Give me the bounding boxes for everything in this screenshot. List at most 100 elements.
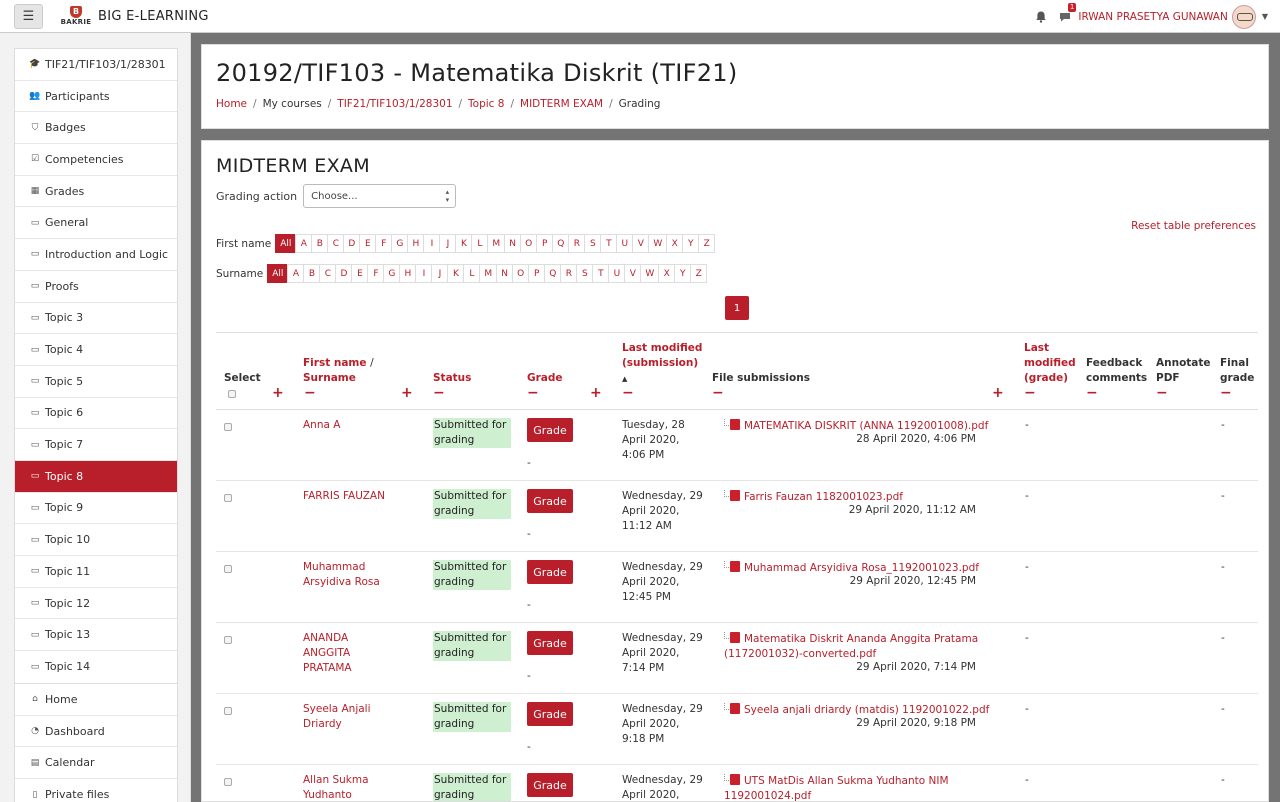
sort-first-name-link[interactable]: First name [303, 357, 367, 369]
collapse-annotate-column-icon[interactable]: − [1156, 386, 1168, 400]
student-name[interactable]: FARRIS FAUZAN [303, 489, 393, 504]
site-brand[interactable]: B BAKRIE BIG E-LEARNING [58, 3, 209, 29]
surname-initial-b[interactable]: B [303, 264, 321, 283]
first-name-initial-g[interactable]: G [391, 234, 409, 253]
first-name-initial-k[interactable]: K [455, 234, 473, 253]
surname-initial-w[interactable]: W [640, 264, 660, 283]
file-link[interactable]: Syeela anjali driardy (matdis) 119200102… [744, 704, 989, 716]
first-name-initial-f[interactable]: F [375, 234, 393, 253]
first-name-initial-u[interactable]: U [616, 234, 634, 253]
first-name-initial-s[interactable]: S [584, 234, 602, 253]
surname-initial-c[interactable]: C [319, 264, 337, 283]
sidebar-item-topic-6[interactable]: ▭ Topic 6 [15, 398, 177, 430]
first-name-initial-b[interactable]: B [311, 234, 329, 253]
first-name-initial-t[interactable]: T [600, 234, 618, 253]
collapse-modified-column-icon[interactable]: − [622, 386, 634, 400]
sidebar-item-topic-7[interactable]: ▭ Topic 7 [15, 429, 177, 461]
first-name-initial-i[interactable]: I [423, 234, 441, 253]
sidebar-item-dashboard[interactable]: ◔ Dashboard [15, 716, 177, 748]
first-name-initial-y[interactable]: Y [682, 234, 700, 253]
collapse-files-column-icon[interactable]: − [712, 386, 724, 400]
sort-last-modified-submission-link[interactable]: Last modified (submission) [622, 342, 702, 369]
sidebar-item-home[interactable]: ⌂ Home [15, 684, 177, 716]
student-name[interactable]: Muhammad Arsyidiva Rosa [303, 560, 393, 590]
surname-initial-u[interactable]: U [608, 264, 626, 283]
row-select-checkbox[interactable] [224, 778, 232, 786]
first-name-initial-x[interactable]: X [666, 234, 684, 253]
surname-initial-z[interactable]: Z [690, 264, 708, 283]
collapse-final-grade-column-icon[interactable]: − [1220, 386, 1232, 400]
surname-initial-s[interactable]: S [576, 264, 594, 283]
surname-initial-n[interactable]: N [496, 264, 514, 283]
first-name-initial-q[interactable]: Q [552, 234, 570, 253]
sort-surname-link[interactable]: Surname [303, 372, 356, 384]
sidebar-item-proofs[interactable]: ▭ Proofs [15, 271, 177, 303]
grade-button[interactable]: Grade [527, 631, 573, 655]
collapse-status-column-icon[interactable]: − [433, 386, 445, 400]
expand-name-column-icon[interactable]: + [401, 386, 413, 400]
first-name-initial-n[interactable]: N [504, 234, 522, 253]
surname-initial-f[interactable]: F [367, 264, 385, 283]
collapse-grade-modified-column-icon[interactable]: − [1024, 386, 1036, 400]
file-link[interactable]: UTS MatDis Allan Sukma Yudhanto NIM [744, 775, 949, 787]
sidebar-item-introduction-and-logic[interactable]: ▭ Introduction and Logic [15, 239, 177, 271]
reset-table-preferences-link[interactable]: Reset table preferences [1131, 220, 1256, 232]
file-link[interactable]: (1172001032)-converted.pdf [724, 648, 876, 660]
sort-grade-link[interactable]: Grade [527, 372, 563, 384]
student-name[interactable]: Anna A [303, 418, 393, 433]
first-name-initial-v[interactable]: V [632, 234, 650, 253]
grade-button[interactable]: Grade [527, 702, 573, 726]
bell-icon[interactable] [1034, 10, 1048, 24]
first-name-initial-d[interactable]: D [343, 234, 361, 253]
first-name-initial-all[interactable]: All [275, 234, 297, 253]
surname-initial-q[interactable]: Q [544, 264, 562, 283]
surname-initial-all[interactable]: All [267, 264, 289, 283]
collapse-feedback-column-icon[interactable]: − [1086, 386, 1098, 400]
expand-grade-column-icon[interactable]: + [590, 386, 602, 400]
first-name-initial-w[interactable]: W [648, 234, 668, 253]
user-menu-name[interactable]: IRWAN PRASETYA GUNAWAN [1078, 11, 1228, 23]
sidebar-item-topic-8[interactable]: ▭ Topic 8 [15, 460, 177, 493]
surname-initial-e[interactable]: E [351, 264, 369, 283]
first-name-initial-p[interactable]: P [536, 234, 554, 253]
sidebar-item-participants[interactable]: 👥 Participants [15, 81, 177, 113]
grade-button[interactable]: Grade [527, 489, 573, 513]
menu-toggle-button[interactable]: ☰ [14, 3, 43, 29]
first-name-initial-m[interactable]: M [487, 234, 506, 253]
sidebar-item-competencies[interactable]: ☑ Competencies [15, 144, 177, 176]
sidebar-item-badges[interactable]: ⛉ Badges [15, 112, 177, 145]
sidebar-item-private-files[interactable]: ▯ Private files [15, 779, 177, 802]
user-avatar[interactable] [1231, 4, 1256, 29]
sidebar-item-general[interactable]: ▭ General [15, 207, 177, 240]
chevron-down-icon[interactable]: ▼ [1262, 12, 1268, 21]
first-name-initial-h[interactable]: H [407, 234, 425, 253]
sidebar-item-topic-3[interactable]: ▭ Topic 3 [15, 303, 177, 335]
breadcrumb-item[interactable]: Home [216, 98, 247, 110]
sort-status-link[interactable]: Status [433, 372, 471, 384]
first-name-initial-c[interactable]: C [327, 234, 345, 253]
file-link[interactable]: 1192001024.pdf [724, 790, 811, 801]
expand-files-column-icon[interactable]: + [992, 386, 1004, 400]
message-icon[interactable]: 1 [1058, 2, 1077, 24]
row-select-checkbox[interactable] [224, 423, 232, 431]
breadcrumb-item[interactable]: Topic 8 [468, 98, 504, 110]
first-name-initial-z[interactable]: Z [698, 234, 716, 253]
surname-initial-m[interactable]: M [479, 264, 498, 283]
first-name-initial-a[interactable]: A [295, 234, 313, 253]
sidebar-item-tif21-tif103-1-28301[interactable]: 🎓 TIF21/TIF103/1/28301 [15, 49, 177, 81]
surname-initial-p[interactable]: P [528, 264, 546, 283]
first-name-initial-r[interactable]: R [568, 234, 586, 253]
surname-initial-a[interactable]: A [287, 264, 305, 283]
row-select-checkbox[interactable] [224, 707, 232, 715]
file-link[interactable]: Farris Fauzan 1182001023.pdf [744, 491, 903, 503]
surname-initial-v[interactable]: V [624, 264, 642, 283]
first-name-initial-l[interactable]: L [471, 234, 489, 253]
student-name[interactable]: ANANDA ANGGITA PRATAMA [303, 631, 393, 676]
select-all-checkbox[interactable] [228, 390, 236, 398]
sidebar-item-topic-5[interactable]: ▭ Topic 5 [15, 366, 177, 398]
collapse-name-column-icon[interactable]: − [304, 386, 316, 400]
surname-initial-r[interactable]: R [560, 264, 578, 283]
grade-button[interactable]: Grade [527, 418, 573, 442]
collapse-grade-column-icon[interactable]: − [527, 386, 539, 400]
grade-button[interactable]: Grade [527, 773, 573, 797]
